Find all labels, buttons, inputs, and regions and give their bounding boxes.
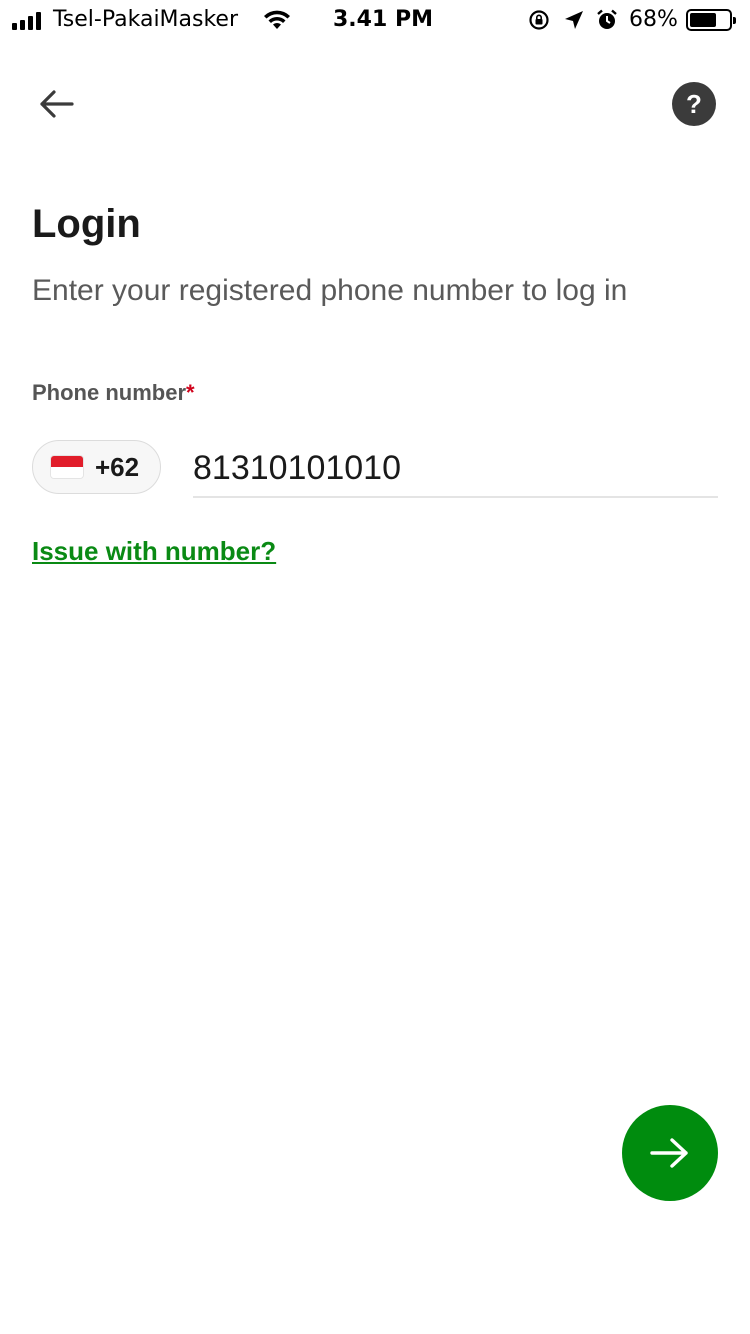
phone-number-label: Phone number* — [32, 380, 195, 406]
battery-cap — [733, 17, 736, 24]
wifi-icon — [264, 10, 290, 29]
issue-with-number-link[interactable]: Issue with number? — [32, 536, 276, 567]
battery-icon — [686, 9, 736, 31]
page-subtitle: Enter your registered phone number to lo… — [32, 274, 628, 307]
country-code-selector[interactable]: +62 — [32, 440, 161, 494]
battery-fill — [690, 13, 716, 27]
arrow-left-icon — [40, 90, 74, 118]
alarm-icon — [597, 9, 617, 29]
status-bar: Tsel-PakaiMasker 3.41 PM 68% — [0, 0, 750, 40]
clock: 3.41 PM — [333, 7, 433, 32]
phone-number-label-text: Phone number — [32, 380, 187, 405]
indonesia-flag-icon — [51, 456, 83, 478]
rotation-lock-icon — [529, 10, 549, 30]
location-icon — [565, 11, 583, 29]
battery-percent: 68% — [629, 7, 678, 32]
question-mark-icon: ? — [686, 89, 702, 119]
arrow-right-icon — [650, 1138, 688, 1168]
dial-code: +62 — [95, 451, 140, 482]
phone-number-input[interactable] — [193, 440, 718, 498]
back-button[interactable] — [30, 80, 82, 128]
svg-text:?: ? — [686, 89, 702, 119]
signal-icon — [12, 12, 41, 30]
required-marker: * — [186, 380, 195, 405]
carrier-name: Tsel-PakaiMasker — [53, 7, 239, 32]
next-button[interactable] — [622, 1105, 718, 1201]
page-title: Login — [32, 202, 141, 246]
help-button[interactable]: ? — [672, 82, 716, 126]
